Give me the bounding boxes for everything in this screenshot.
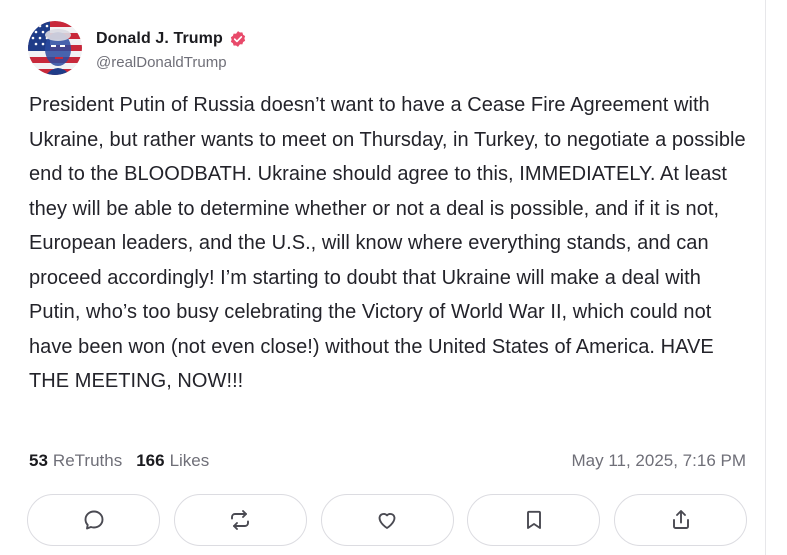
post-paragraph: President Putin of Russia doesn’t want t… <box>29 94 746 392</box>
likes-stat[interactable]: 166 Likes <box>136 451 209 471</box>
author-identity: Donald J. Trump @realDonaldTrump <box>96 26 247 71</box>
author-handle[interactable]: @realDonaldTrump <box>96 54 247 71</box>
post-card: Donald J. Trump @realDonaldTrump Preside… <box>0 0 766 555</box>
avatar[interactable] <box>28 21 82 75</box>
post-timestamp[interactable]: May 11, 2025, 7:16 PM <box>571 451 746 471</box>
like-button[interactable] <box>320 494 454 546</box>
share-button[interactable] <box>614 494 747 546</box>
heart-icon <box>378 513 396 529</box>
post-actions <box>27 494 747 548</box>
bookmark-button[interactable] <box>467 494 601 546</box>
reply-button[interactable] <box>27 494 160 546</box>
retruth-button[interactable] <box>173 494 307 546</box>
chat-bubble-icon <box>84 510 103 530</box>
retruths-stat[interactable]: 53 ReTruths <box>29 451 122 471</box>
name-row: Donald J. Trump <box>96 26 247 52</box>
share-icon <box>672 510 689 529</box>
likes-label: Likes <box>169 451 210 470</box>
retruths-count: 53 <box>29 451 48 470</box>
avatar-portrait-icon <box>28 21 82 75</box>
retruths-label: ReTruths <box>52 451 123 470</box>
verified-badge-icon <box>229 30 247 48</box>
likes-count: 166 <box>136 451 165 470</box>
repost-icon <box>231 510 250 530</box>
post-stats: 53 ReTruths 166 Likes May 11, 2025, 7:16… <box>29 447 746 475</box>
author-display-name[interactable]: Donald J. Trump <box>96 30 223 48</box>
post-header: Donald J. Trump @realDonaldTrump <box>28 20 247 76</box>
bookmark-icon <box>526 510 541 529</box>
post-text: President Putin of Russia doesn’t want t… <box>29 88 755 399</box>
